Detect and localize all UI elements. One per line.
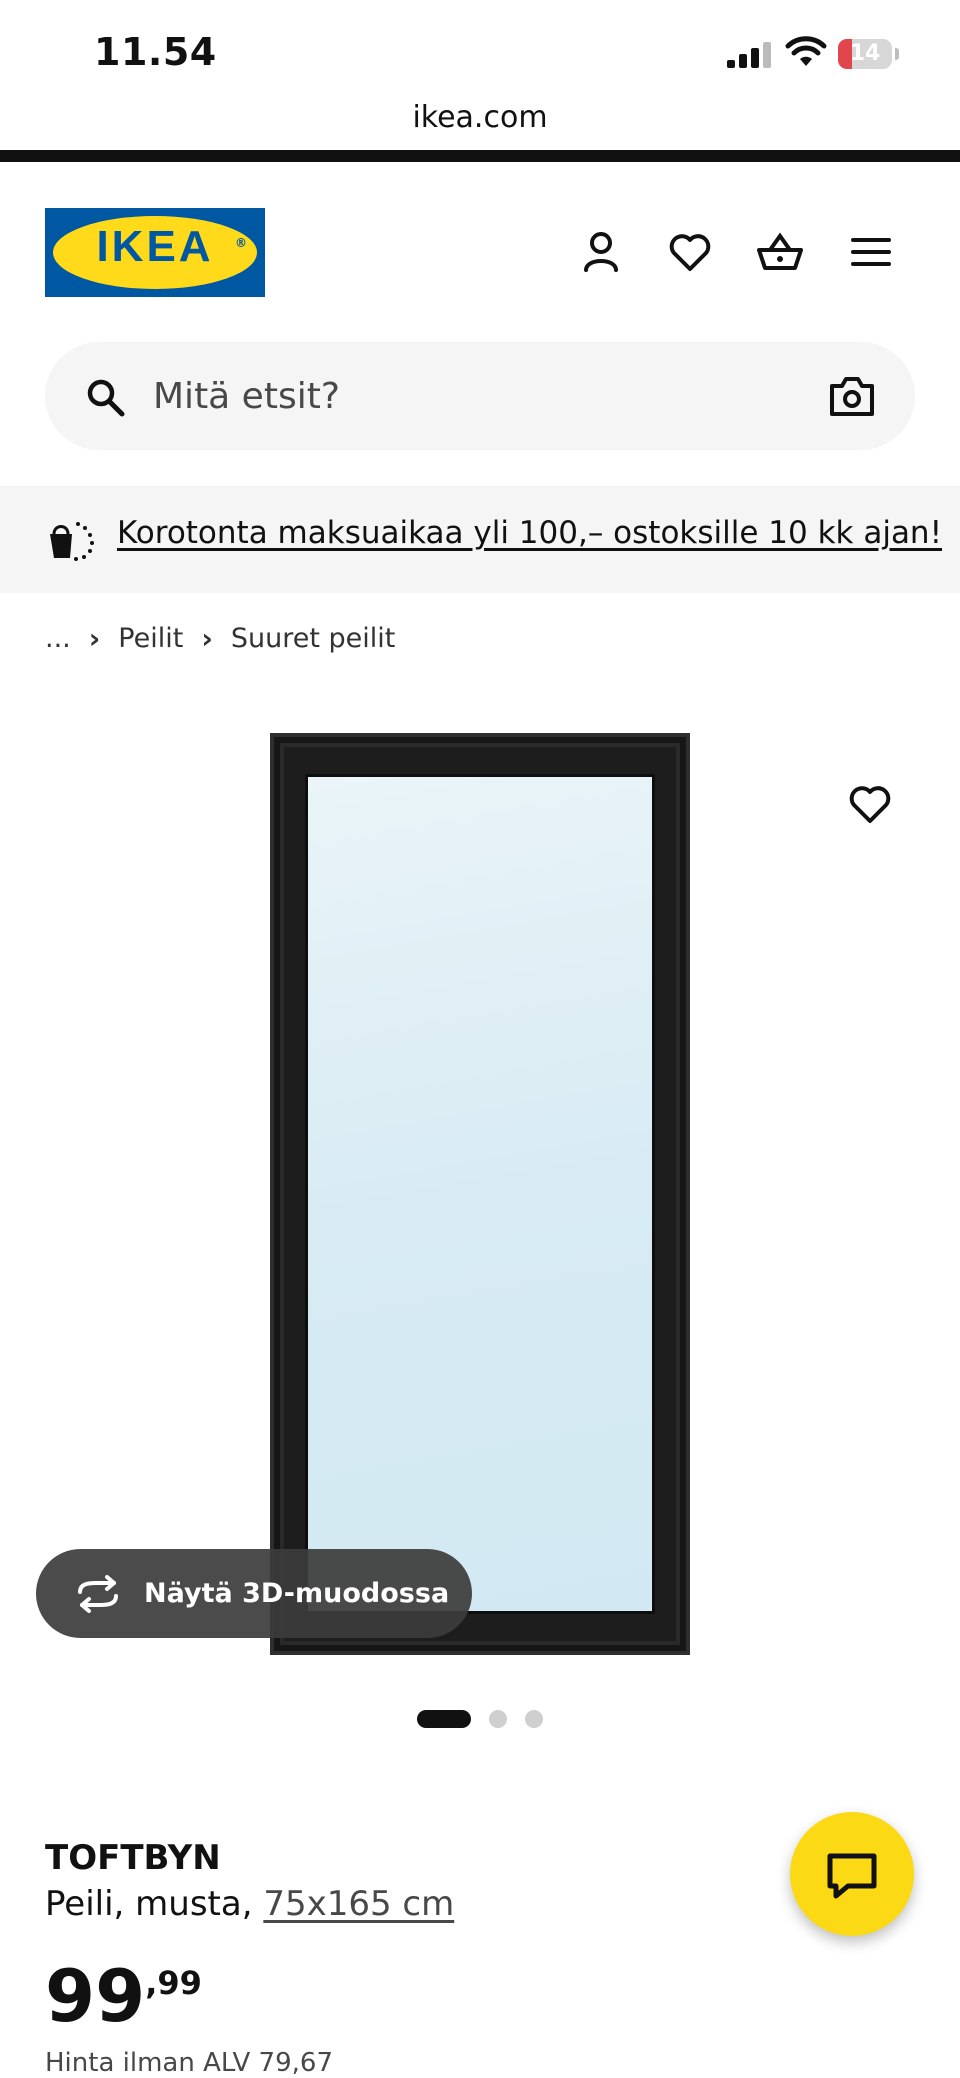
breadcrumb-item[interactable]: Suuret peilit [231,623,396,654]
product-price: 99 ,99 [45,1960,202,2032]
product-name: TOFTBYN [45,1838,221,1878]
breadcrumb: ... › Peilit › Suuret peilit [45,622,395,655]
carousel-dot-active[interactable] [417,1710,471,1728]
battery-level: 14 [849,41,881,66]
camera-search-icon[interactable] [828,374,876,418]
ikea-logo[interactable]: IKEA ® [45,208,265,297]
browser-url[interactable]: ikea.com [0,100,960,135]
breadcrumb-item[interactable]: Peilit [118,623,183,654]
product-description: Peili, musta, 75x165 cm [45,1884,454,1924]
battery-icon: 14 [838,39,892,69]
logo-text: IKEA [96,222,214,271]
product-size-link[interactable]: 75x165 cm [263,1884,454,1924]
price-main: 99 [45,1954,146,2038]
price-cents: ,99 [145,1964,202,2002]
price-excl-vat: Hinta ilman ALV 79,67 [45,2048,333,2078]
promo-link[interactable]: Korotonta maksuaikaa yli 100,– ostoksill… [117,515,942,551]
breadcrumb-ellipsis[interactable]: ... [45,623,71,654]
carousel-dot[interactable] [489,1710,507,1728]
chat-button[interactable] [790,1812,914,1936]
status-time: 11.54 [94,30,217,74]
product-image[interactable] [270,733,690,1655]
battery-nub [895,48,899,60]
carousel-dot[interactable] [525,1710,543,1728]
carousel-dots [417,1710,543,1728]
cellular-signal-icon [727,42,771,68]
view-3d-label: Näytä 3D-muodossa [144,1578,450,1609]
search-input[interactable] [153,370,753,422]
browser-divider [0,150,960,162]
product-type: Peili, musta, [45,1884,253,1924]
rotate-3d-icon [74,1574,122,1614]
hamburger-menu-icon[interactable] [847,228,895,276]
account-icon[interactable] [577,228,625,276]
wishlist-heart-icon[interactable] [666,228,714,276]
search-icon[interactable] [84,376,126,418]
add-to-wishlist-heart-icon[interactable] [846,780,894,828]
chevron-right-icon: › [201,622,213,655]
mirror-glass [308,777,652,1611]
shopping-basket-icon[interactable] [756,228,804,276]
view-3d-button[interactable]: Näytä 3D-muodossa [36,1549,472,1638]
chat-bubble-icon [827,1853,877,1899]
payment-bag-icon [48,518,96,562]
chevron-right-icon: › [88,622,101,655]
wifi-icon [785,36,827,68]
